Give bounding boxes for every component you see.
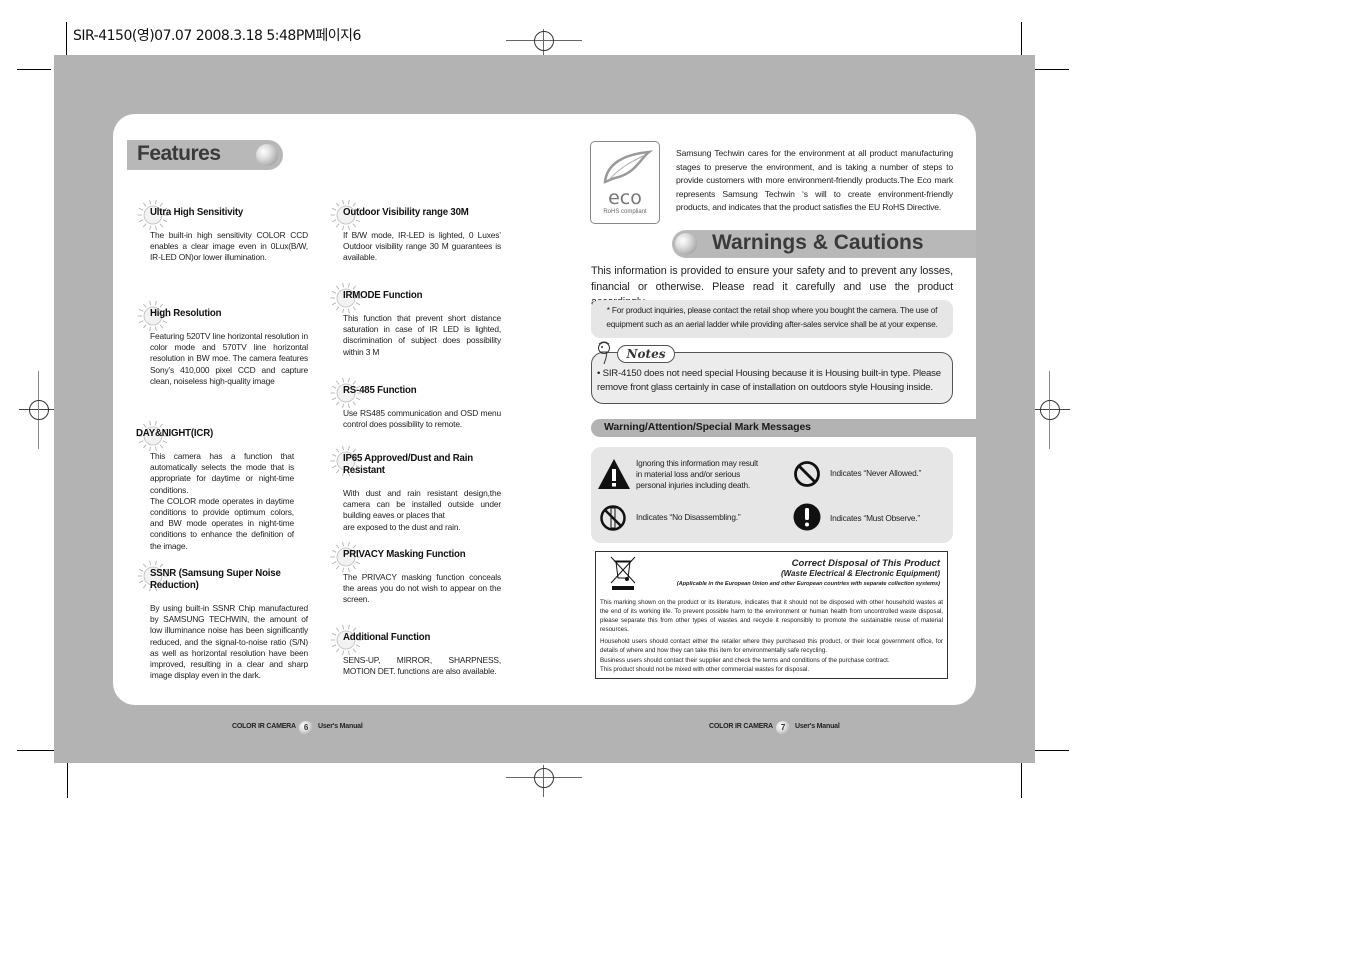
page-number: 7 [776,721,790,735]
feature-item: IRMODE Function This function that preven… [330,282,501,358]
features-heading: Features [127,140,283,170]
feature-title: DAY&NIGHT(ICR) [136,427,214,439]
feature-item: Outdoor Visibility range 30M If B/W mode,… [330,199,501,264]
crop-mark [17,69,51,70]
feature-body: This function that prevent short distanc… [343,313,501,357]
feature-title: PRIVACY Masking Function [343,548,466,560]
marks-section-title: Warning/Attention/Special Mark Messages [604,421,811,433]
features-title: Features [137,142,221,165]
crop-mark [1021,22,1022,58]
footer-product: COLOR IR CAMERA [709,723,773,730]
crop-mark [1031,750,1069,751]
never-allowed-icon [794,461,820,487]
sphere-icon [256,144,278,166]
notes-text: • SIR-4150 does not need special Housing… [597,368,941,393]
mark-text: Ignoring this information may result in … [636,458,758,490]
disposal-applicability: (Applicable in the European Union and ot… [676,581,940,587]
crop-mark [67,760,68,798]
feature-title: IP65 Approved/Dust and Rain Resistant [343,452,473,476]
registration-mark [506,765,582,797]
feature-body: With dust and rain resistant design,the … [343,488,501,532]
feature-item: IP65 Approved/Dust and Rain Resistant Wit… [330,445,501,533]
marks-box: Ignoring this information may result in … [591,447,953,543]
footer-left: COLOR IR CAMERA 6 User's Manual [232,721,363,735]
weee-disposal-box: Correct Disposal of This Product (Waste … [595,551,948,679]
mark-text: Indicates “Never Allowed.” [830,468,922,478]
disposal-subtitle: (Waste Electrical & Electronic Equipment… [780,569,940,578]
footer-right: COLOR IR CAMERA 7 User's Manual [709,721,840,735]
feature-body: Use RS485 communication and OSD menu con… [343,408,501,430]
crop-mark [1021,760,1022,798]
feature-title: Additional Function [343,631,431,643]
eco-description: Samsung Techwin cares for the environmen… [676,148,953,213]
feature-title: RS-485 Function [343,384,417,396]
feature-body: The PRIVACY masking function conceals th… [343,572,501,605]
feature-item: RS-485 Function Use RS485 communication a… [330,377,501,430]
no-disassembling-icon [600,505,626,531]
feature-item: DAY&NIGHT(ICR) This camera has a function… [136,420,294,552]
page-number: 6 [299,721,313,735]
must-observe-icon [793,503,821,531]
disposal-paragraph: Household users should contact either th… [600,638,943,655]
disposal-paragraph: Business users should contact their supp… [600,657,890,674]
feature-body: If B/W mode, IR-LED is lighted, 0 Luxes’… [343,230,501,263]
mark-text: Indicates “Must Observe.” [830,513,920,523]
feature-title: Outdoor Visibility range 30M [343,206,469,218]
eco-caption: RoHS compliant [603,209,647,215]
inquiry-note: * For product inquiries, please contact … [591,300,953,338]
print-header: SIR-4150(영)07.07 2008.3.18 5:48PM페이지6 [73,28,361,44]
feature-body: Featuring 520TV line horizontal resoluti… [150,331,308,386]
warnings-heading: Warnings & Cautions [672,230,976,258]
eco-rohs-logo: eco RoHS compliant [590,141,660,224]
sphere-icon [675,233,697,255]
registration-mark [1030,371,1070,449]
mark-text: Indicates “No Disassembling.” [636,512,741,522]
footer-manual: User's Manual [318,723,363,730]
feature-item: Additional Function SENS-UP, MIRROR, SHAR… [330,624,501,677]
crop-mark [17,750,58,751]
warning-triangle-icon [598,459,630,489]
feature-body: By using built-in SSNR Chip manufactured… [150,603,308,681]
warnings-title: Warnings & Cautions [712,231,924,254]
feature-title: Ultra High Sensitivity [150,206,244,218]
footer-product: COLOR IR CAMERA [232,723,296,730]
feature-title: IRMODE Function [343,289,423,301]
crossed-bin-icon [610,556,636,590]
feature-body: The built-in high sensitivity COLOR CCD … [150,230,308,263]
marks-section-bar: Warning/Attention/Special Mark Messages [591,419,976,437]
disposal-paragraph: This marking shown on the product or its… [600,599,943,634]
crop-mark [1031,69,1069,70]
feature-item: High Resolution Featuring 520TV line hori… [137,300,308,387]
crop-mark [66,22,67,58]
feature-item: PRIVACY Masking Function The PRIVACY mask… [330,541,501,606]
feature-title: SSNR (Samsung Super Noise Reduction) [150,567,281,591]
notes-mascot-icon [598,341,610,365]
notes-label: Notes [617,345,675,363]
disposal-title: Correct Disposal of This Product [791,558,940,569]
eco-word: eco [608,187,642,209]
registration-mark [19,371,59,449]
footer-manual: User's Manual [795,723,840,730]
feature-item: Ultra High Sensitivity The built-in high … [137,199,308,264]
feature-body: This camera has a function that automati… [150,451,294,551]
registration-mark [506,29,582,57]
feature-title: High Resolution [150,307,222,319]
leaf-icon [603,150,654,184]
feature-item: SSNR (Samsung Super Noise Reduction) By u… [137,560,308,681]
feature-body: SENS-UP, MIRROR, SHARPNESS, MOTION DET. … [343,655,501,677]
